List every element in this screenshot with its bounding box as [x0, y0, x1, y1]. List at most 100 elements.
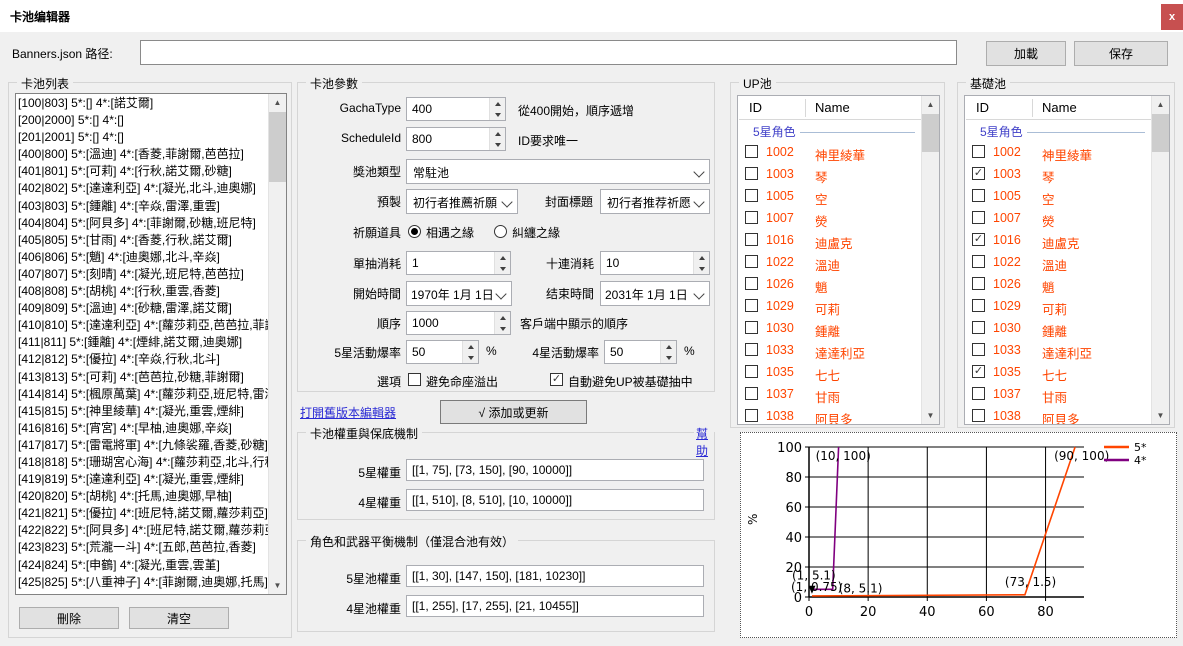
scheduleid-stepper[interactable]: 800: [406, 127, 506, 151]
pool-row[interactable]: 1002神里綾華: [739, 141, 921, 163]
pool-row[interactable]: 1026魈: [966, 273, 1151, 295]
step-up-icon[interactable]: [463, 341, 478, 352]
pool-row-checkbox[interactable]: [745, 343, 758, 356]
list-item[interactable]: [407|807] 5*:[刻晴] 4*:[凝光,班尼特,芭芭拉]: [18, 266, 268, 283]
pool-row-checkbox[interactable]: [745, 299, 758, 312]
pool-row[interactable]: 1035七七: [739, 361, 921, 383]
pool-row[interactable]: 1037甘雨: [966, 383, 1151, 405]
pool-row[interactable]: 1002神里綾華: [966, 141, 1151, 163]
pool-row[interactable]: 1016迪盧克: [739, 229, 921, 251]
start-time-picker[interactable]: 1970年 1月 1日: [406, 281, 512, 306]
step-up-icon[interactable]: [490, 98, 505, 109]
list-item[interactable]: [425|825] 5*:[八重神子] 4*:[菲謝爾,迪奧娜,托馬]: [18, 574, 268, 591]
weight5-input[interactable]: [406, 459, 704, 481]
pool-row-checkbox[interactable]: [745, 145, 758, 158]
list-item[interactable]: [400|800] 5*:[溫迪] 4*:[香菱,菲謝爾,芭芭拉]: [18, 146, 268, 163]
list-item[interactable]: [405|805] 5*:[甘雨] 4*:[香菱,行秋,諾艾爾]: [18, 232, 268, 249]
list-item[interactable]: [415|815] 5*:[神里綾華] 4*:[凝光,重雲,煙緋]: [18, 403, 268, 420]
pool-row[interactable]: 1007熒: [966, 207, 1151, 229]
radio-acquaint-fate[interactable]: [408, 225, 421, 238]
pool-row-checkbox[interactable]: [745, 365, 758, 378]
single-cost-value[interactable]: 1: [407, 252, 494, 274]
pool-row[interactable]: 1033達達利亞: [739, 339, 921, 361]
pool-row-checkbox[interactable]: [972, 343, 985, 356]
scrollbar-thumb[interactable]: [922, 114, 939, 152]
pool-weight5-input[interactable]: [406, 565, 704, 587]
pool-weight4-input[interactable]: [406, 595, 704, 617]
list-item[interactable]: [420|820] 5*:[胡桃] 4*:[托馬,迪奧娜,早柚]: [18, 488, 268, 505]
scroll-up-icon[interactable]: ▲: [269, 94, 286, 111]
list-item[interactable]: [402|802] 5*:[達達利亞] 4*:[凝光,北斗,迪奧娜]: [18, 180, 268, 197]
scrollbar-thumb[interactable]: [269, 112, 286, 182]
list-item[interactable]: [200|2000] 5*:[] 4*:[]: [18, 112, 268, 129]
pool-row-checkbox[interactable]: [972, 409, 985, 422]
list-item[interactable]: [411|811] 5*:[鍾離] 4*:[煙緋,諾艾爾,迪奧娜]: [18, 334, 268, 351]
list-item[interactable]: [201|2001] 5*:[] 4*:[]: [18, 129, 268, 146]
pool-row[interactable]: 1029可莉: [966, 295, 1151, 317]
list-item[interactable]: [423|823] 5*:[荒瀧一斗] 4*:[五郎,芭芭拉,香菱]: [18, 539, 268, 556]
step-down-icon[interactable]: [490, 139, 505, 150]
pool-row[interactable]: 1022溫迪: [966, 251, 1151, 273]
pool-listbox[interactable]: [100|803] 5*:[] 4*:[諾艾爾][200|2000] 5*:[]…: [15, 93, 287, 595]
close-icon[interactable]: x: [1161, 4, 1183, 30]
step-down-icon[interactable]: [495, 323, 510, 334]
step-down-icon[interactable]: [490, 109, 505, 120]
pool-row-checkbox[interactable]: [745, 211, 758, 224]
step-up-icon[interactable]: [661, 341, 676, 352]
pool-listbox-scrollbar[interactable]: ▲ ▼: [268, 94, 286, 594]
pool-row[interactable]: 1038阿貝多: [966, 405, 1151, 424]
pool-row[interactable]: 1026魈: [739, 273, 921, 295]
end-time-picker[interactable]: 2031年 1月 1日: [600, 281, 710, 306]
list-item[interactable]: [413|813] 5*:[可莉] 4*:[芭芭拉,砂糖,菲謝爾]: [18, 369, 268, 386]
step-up-icon[interactable]: [694, 252, 709, 263]
list-item[interactable]: [417|817] 5*:[雷電將軍] 4*:[九條裟羅,香菱,砂糖]: [18, 437, 268, 454]
scroll-down-icon[interactable]: ▼: [922, 407, 939, 424]
scrollbar-thumb[interactable]: [1152, 114, 1169, 152]
pool-row[interactable]: 1038阿貝多: [739, 405, 921, 424]
pool-row-checkbox[interactable]: ✓: [972, 233, 985, 246]
radio-intertwined-fate[interactable]: [494, 225, 507, 238]
open-old-editor-link[interactable]: 打開舊版本編輯器: [300, 404, 396, 421]
add-or-update-button[interactable]: √ 添加或更新: [440, 400, 587, 424]
list-item[interactable]: [408|808] 5*:[胡桃] 4*:[行秋,重雲,香菱]: [18, 283, 268, 300]
pool-row-checkbox[interactable]: [972, 211, 985, 224]
clear-button[interactable]: 清空: [129, 607, 229, 629]
pool-row[interactable]: 1007熒: [739, 207, 921, 229]
list-item[interactable]: [406|806] 5*:[魈] 4*:[迪奧娜,北斗,辛焱]: [18, 249, 268, 266]
pool-row-checkbox[interactable]: [745, 167, 758, 180]
pool-row-checkbox[interactable]: [745, 277, 758, 290]
pool-row[interactable]: 1005空: [966, 185, 1151, 207]
load-button[interactable]: 加載: [986, 41, 1066, 66]
pool-type-select[interactable]: 常駐池: [406, 159, 710, 184]
list-item[interactable]: [401|801] 5*:[可莉] 4*:[行秋,諾艾爾,砂糖]: [18, 163, 268, 180]
list-item[interactable]: [409|809] 5*:[溫迪] 4*:[砂糖,雷澤,諾艾爾]: [18, 300, 268, 317]
delete-button[interactable]: 刪除: [19, 607, 119, 629]
list-item[interactable]: [421|821] 5*:[優拉] 4*:[班尼特,諾艾爾,蘿莎莉亞]: [18, 505, 268, 522]
scroll-down-icon[interactable]: ▼: [1152, 407, 1169, 424]
pool-row-checkbox[interactable]: [972, 277, 985, 290]
weight4-input[interactable]: [406, 489, 704, 511]
pool-row-checkbox[interactable]: [972, 387, 985, 400]
pool-row-checkbox[interactable]: [745, 321, 758, 334]
rate4-value[interactable]: 50: [605, 341, 660, 363]
pool-row[interactable]: ✓1035七七: [966, 361, 1151, 383]
pool-row-checkbox[interactable]: [745, 255, 758, 268]
gachatype-stepper[interactable]: 400: [406, 97, 506, 121]
scroll-down-icon[interactable]: ▼: [269, 577, 286, 594]
pool-row[interactable]: 1029可莉: [739, 295, 921, 317]
list-item[interactable]: [100|803] 5*:[] 4*:[諾艾爾]: [18, 95, 268, 112]
pool-row-checkbox[interactable]: [745, 233, 758, 246]
avoid-constellation-overflow-checkbox[interactable]: [408, 373, 421, 386]
step-up-icon[interactable]: [495, 252, 510, 263]
pool-row-checkbox[interactable]: ✓: [972, 365, 985, 378]
up-pool-scrollbar[interactable]: ▲ ▼: [921, 96, 939, 424]
cover-title-select[interactable]: 初行者推荐祈愿: [600, 189, 710, 214]
list-item[interactable]: [412|812] 5*:[優拉] 4*:[辛焱,行秋,北斗]: [18, 351, 268, 368]
step-down-icon[interactable]: [694, 263, 709, 274]
pool-row-checkbox[interactable]: [972, 321, 985, 334]
step-down-icon[interactable]: [661, 352, 676, 363]
pool-row-checkbox[interactable]: [972, 299, 985, 312]
step-down-icon[interactable]: [495, 263, 510, 274]
list-item[interactable]: [416|816] 5*:[宵宮] 4*:[早柚,迪奧娜,辛焱]: [18, 420, 268, 437]
help-link[interactable]: 幫助: [694, 425, 714, 459]
